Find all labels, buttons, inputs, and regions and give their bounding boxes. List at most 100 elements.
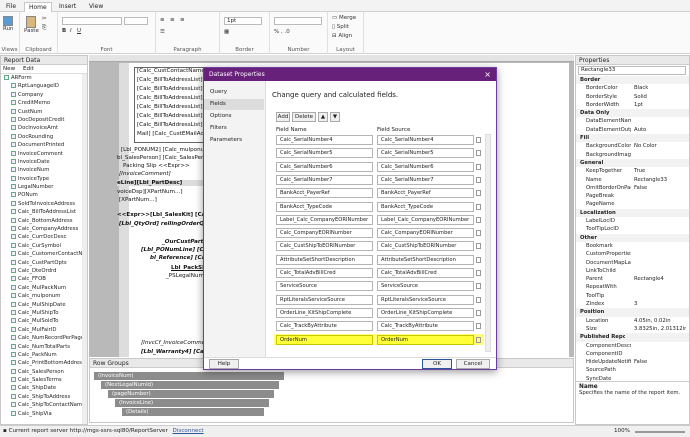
tree-field[interactable]: DocumentPrinted [1,141,87,149]
tree-field[interactable]: InvoiceComment [1,150,87,158]
property-row[interactable]: LabelLocID [576,217,689,225]
dialog-nav-filters[interactable]: Filters [204,123,264,134]
tree-field[interactable]: Calc_CustPartOpts [1,259,87,267]
property-value[interactable]: True [634,167,686,175]
field-source-input[interactable]: BankAcct_PayerRef [377,188,474,199]
field-row[interactable]: Calc_CustShipToEORINumber Calc_CustShipTo… [274,240,484,252]
field-source-input[interactable]: AttributeSetShortDescription [377,254,474,265]
address-line[interactable]: [Calc_BillToAddressList] [137,77,203,83]
property-category[interactable]: Fill [576,134,689,143]
tree-field[interactable]: Calc_ShipToContactName [1,401,87,409]
ok-button[interactable]: OK [422,359,452,369]
property-row[interactable]: BackgroundColor No Color [576,142,689,150]
field-source-input[interactable]: Calc_SerialNumber5 [377,148,474,159]
property-value[interactable]: False [634,184,686,192]
move-up-button[interactable]: ▲ [318,112,328,122]
fields-scrollbar[interactable] [485,134,491,352]
property-value[interactable]: Rectangle33 [634,176,686,184]
field-row[interactable]: Calc_SerialNumber5 Calc_SerialNumber5 [274,147,484,159]
cancel-button[interactable]: Cancel [456,359,490,369]
field-source-input[interactable]: OrderLine_KitShipComplete [377,307,474,318]
property-category[interactable]: Data Only [576,109,689,118]
property-value[interactable]: 3.8325in, 2.01312in [634,325,686,333]
field-row[interactable]: Calc_TrackByAttribute Calc_TrackByAttribu… [274,320,484,332]
row-delete-icon[interactable] [476,137,481,143]
cut-icon[interactable]: ✂ [42,16,47,22]
address-line[interactable]: [Calc_BillToAddressList] [137,86,203,92]
tree-field[interactable]: SoldToInvoiceAddress [1,200,87,208]
dialog-nav-options[interactable]: Options [204,111,264,122]
row-delete-icon[interactable] [476,216,481,223]
field-source-input[interactable]: OrderNum [377,334,474,345]
property-category[interactable]: Localization [576,208,689,218]
zoom-slider[interactable] [635,431,685,433]
property-category[interactable]: General [576,158,689,168]
field-name-input[interactable]: Calc_SerialNumber6 [276,161,373,172]
font-family-select[interactable] [62,17,122,25]
property-value[interactable]: Solid [634,93,686,101]
field-source-input[interactable]: ServiceSource [377,281,474,292]
property-row[interactable]: LinkToChild [576,267,689,275]
field-name-input[interactable]: OrderLine_KitShipComplete [276,307,373,318]
tab-view[interactable]: View [85,2,107,12]
property-row[interactable]: CustomProperties [576,250,689,258]
field-name-input[interactable]: Calc_SerialNumber4 [276,135,373,145]
dialog-nav-fields[interactable]: Fields [204,99,264,110]
field-name-input[interactable]: Label_Calc_CompanyEORINumber [276,214,373,225]
tree-field[interactable]: Calc_PackNum [1,351,87,359]
tree-field[interactable]: DocInvoiceAmt [1,124,87,132]
field-name-input[interactable]: Calc_TrackByAttribute [276,321,373,332]
tree-field[interactable]: CreditMemo [1,99,87,107]
field-source-input[interactable]: Label_Calc_CompanyEORINumber [377,214,474,225]
tree-field[interactable]: Calc_CompanyAddress [1,225,87,233]
property-row[interactable]: PageName [576,200,689,208]
field-row[interactable]: BankAcct_PayerRef BankAcct_PayerRef [274,187,484,199]
property-row[interactable]: PageBreak [576,192,689,200]
property-value[interactable]: 4.05in, 0.02in [634,317,686,325]
property-row[interactable]: Name Rectangle33 [576,176,689,184]
tab-home[interactable]: Home [24,2,52,12]
row-delete-icon[interactable] [476,203,481,210]
property-row[interactable]: ComponentID [576,350,689,358]
property-row[interactable]: BorderWidth 1pt [576,101,689,109]
property-value[interactable]: 3 [634,300,686,308]
border-icon[interactable]: ▦ [224,29,229,35]
row-group-item[interactable]: (Details) [122,408,264,416]
tree-field[interactable]: Calc_DteOrdrd [1,267,87,275]
row-delete-icon[interactable] [476,176,481,183]
row-delete-icon[interactable] [476,190,481,197]
tree-field[interactable]: Calc_CurrDocDesc [1,233,87,241]
field-name-input[interactable]: Calc_CustShipToEORINumber [276,241,373,252]
move-down-button[interactable]: ▼ [330,112,340,122]
reference-label[interactable]: bl_Reference] [Ca [150,255,205,261]
tree-field[interactable]: InvoiceDate [1,158,87,166]
row-delete-icon[interactable] [476,296,481,303]
tree-field[interactable]: Calc_MulPackNum [1,284,87,292]
property-row[interactable]: BorderColor Black [576,84,689,92]
field-name-input[interactable]: BankAcct_TypeCode [276,201,373,212]
invoice-comment[interactable]: [InvoiceComment] [119,171,171,177]
field-row[interactable]: OrderNum OrderNum [274,333,484,345]
property-value[interactable]: Rectangle4 [634,275,686,283]
row-delete-icon[interactable] [476,270,481,276]
tree-field[interactable]: InvoiceType [1,175,87,183]
field-row[interactable]: Label_Calc_CompanyEORINumber Label_Calc_C… [274,214,484,225]
property-row[interactable]: ZIndex 3 [576,300,689,308]
edit-button[interactable]: Edit [23,66,34,72]
bold-button[interactable]: B [62,28,66,34]
percent-icon[interactable]: % , .0 [274,29,290,35]
address-line[interactable]: [Calc_BillToAddressList] [137,95,203,101]
tree-field[interactable]: Calc_ShipVia [1,410,87,418]
row-delete-icon[interactable] [476,336,481,343]
tree-field[interactable]: Calc_ShipDate [1,384,87,392]
field-row[interactable]: Calc_CompanyEORINumber Calc_CompanyEORINu… [274,227,484,239]
field-name-input[interactable]: AttributeSetShortDescription [276,254,373,265]
tab-insert[interactable]: Insert [55,2,80,12]
field-row[interactable]: OrderLine_KitShipComplete OrderLine_KitSh… [274,307,484,318]
field-row[interactable]: Calc_SerialNumber7 Calc_SerialNumber7 [274,174,484,185]
address-line[interactable]: [Calc_BillToAddressList] [137,104,203,110]
field-source-input[interactable]: Calc_TotalAdvBillCred [377,268,474,278]
tree-field[interactable]: Calc_SalesTerms [1,376,87,384]
property-value[interactable]: Black [634,84,686,92]
field-row[interactable]: Calc_SerialNumber6 Calc_SerialNumber6 [274,161,484,172]
